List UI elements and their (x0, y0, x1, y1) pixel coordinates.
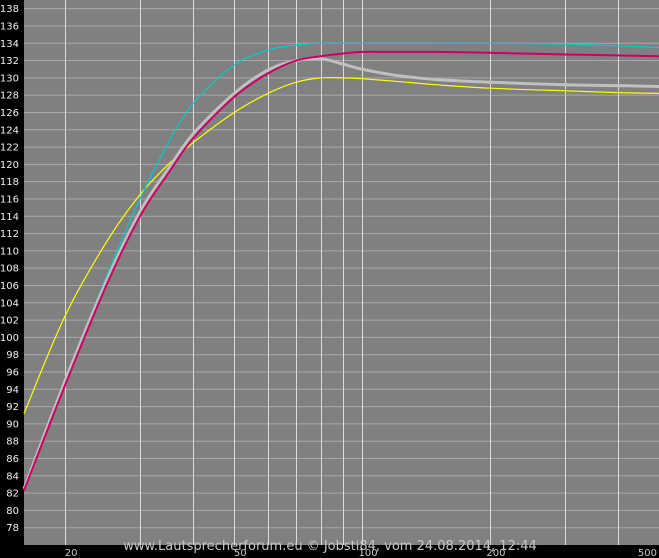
y-tick-label: 120 (0, 160, 19, 171)
x-tick-label: 20 (65, 548, 78, 558)
y-tick-label: 132 (0, 56, 19, 67)
y-tick-label: 90 (6, 419, 19, 430)
y-tick-label: 126 (0, 108, 19, 119)
y-tick-label: 110 (0, 246, 19, 257)
x-tick-label: 500 (638, 548, 657, 558)
y-tick-label: 94 (6, 385, 19, 396)
y-tick-label: 84 (6, 471, 19, 482)
y-tick-label: 128 (0, 91, 19, 102)
y-tick-label: 82 (6, 489, 19, 500)
y-tick-label: 92 (6, 402, 19, 413)
y-tick-label: 122 (0, 143, 19, 154)
y-tick-label: 106 (0, 281, 19, 292)
y-tick-label: 96 (6, 367, 19, 378)
y-tick-label: 124 (0, 125, 19, 136)
y-tick-label: 114 (0, 212, 19, 223)
y-tick-label: 98 (6, 350, 19, 361)
y-tick-label: 78 (6, 523, 19, 534)
y-tick-label: 86 (6, 454, 19, 465)
y-tick-label: 138 (0, 4, 19, 15)
y-tick-label: 102 (0, 316, 19, 327)
y-tick-label: 100 (0, 333, 19, 344)
y-tick-label: 130 (0, 73, 19, 84)
y-tick-label: 104 (0, 298, 19, 309)
y-tick-label: 134 (0, 39, 19, 50)
y-tick-label: 116 (0, 194, 19, 205)
frequency-response-chart: 78 80 82 84 86 88 90 92 94 96 98 100 102 104 106 108 110… (0, 0, 659, 558)
plot-area (24, 0, 659, 545)
y-tick-label: 136 (0, 21, 19, 32)
copyright-credit: www.Lautsprecherforum.eu © Jobsti84, vom… (123, 539, 537, 554)
y-tick-label: 88 (6, 437, 19, 448)
y-tick-label: 112 (0, 229, 19, 240)
y-tick-label: 80 (6, 506, 19, 517)
y-tick-label: 108 (0, 264, 19, 275)
y-tick-label: 118 (0, 177, 19, 188)
